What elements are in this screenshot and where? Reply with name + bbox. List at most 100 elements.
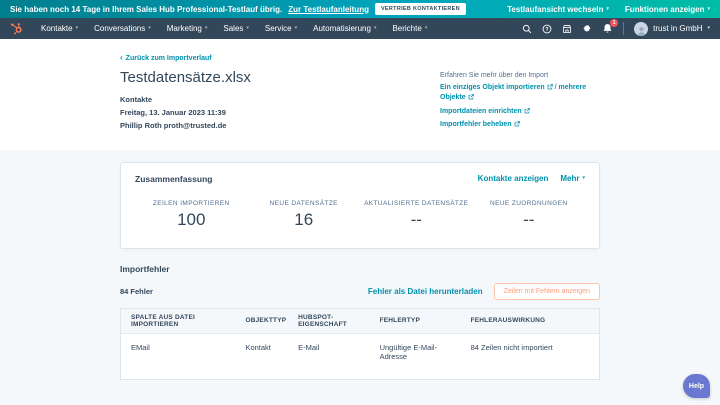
chevron-down-icon: ▾ [75, 25, 79, 31]
column-header: OBJEKTTYP [235, 308, 289, 334]
chevron-down-icon: ▾ [294, 25, 298, 31]
column-header: SPALTE AUS DATEI IMPORTIEREN [120, 308, 236, 334]
notifications-bell-icon[interactable]: 1 [602, 19, 619, 34]
stat-rows-imported: ZEILEN IMPORTIEREN 100 [135, 200, 248, 230]
chevron-down-icon: ▾ [606, 5, 609, 12]
avatar [634, 21, 649, 36]
stat-label: NEUE ZUORDNUNGEN [489, 199, 568, 207]
chevron-down-icon: ▾ [204, 25, 208, 31]
trial-banner-left: Sie haben noch 14 Tage in Ihrem Sales Hu… [10, 3, 466, 15]
link-separator: / [554, 84, 557, 91]
nav-item-label: Kontakte [41, 24, 73, 33]
show-features-dropdown[interactable]: Funktionen anzeigen ▾ [625, 5, 710, 14]
nav-item-label: Service [264, 24, 292, 33]
import-author: Phillip Roth proth@trusted.de [120, 121, 227, 130]
chevron-down-icon: ▾ [424, 25, 428, 31]
nav-item-automatisierung[interactable]: Automatisierung ▾ [305, 24, 384, 33]
external-link-icon [547, 84, 553, 93]
stat-new-records: NEUE DATENSÄTZE 16 [248, 200, 361, 230]
stat-label: ZEILEN IMPORTIEREN [152, 199, 230, 207]
more-dropdown[interactable]: Mehr ▾ [560, 174, 585, 183]
summary-title: Zusammenfassung [135, 173, 213, 184]
import-date: Freitag, 13. Januar 2023 11:39 [120, 108, 226, 117]
fix-import-errors-link[interactable]: Importfehler beheben [440, 121, 512, 128]
view-contacts-link[interactable]: Kontakte anzeigen [478, 174, 549, 183]
chevron-left-icon: ‹ [120, 53, 123, 62]
switch-trial-view-dropdown[interactable]: Testlaufansicht wechseln ▾ [507, 5, 609, 14]
download-errors-link[interactable]: Fehler als Datei herunterladen [368, 287, 483, 296]
learn-more-heading: Erfahren Sie mehr über den Import [440, 72, 549, 79]
trial-banner: Sie haben noch 14 Tage in Ihrem Sales Hu… [0, 0, 720, 18]
column-header: HUBSPOT-EIGENSCHAFT [288, 308, 370, 334]
notification-badge: 1 [610, 19, 619, 27]
column-header: FEHLERTYP [369, 308, 461, 334]
nav-item-service[interactable]: Service ▾ [257, 24, 305, 33]
summary-stats: ZEILEN IMPORTIEREN 100 NEUE DATENSÄTZE 1… [135, 200, 585, 230]
page-header-band: ‹ Zurück zum Importverlauf Testdatensätz… [0, 39, 720, 150]
stat-value: 16 [294, 209, 314, 229]
switch-trial-view-label: Testlaufansicht wechseln [507, 4, 604, 14]
nav-divider [623, 22, 625, 35]
back-link-label: Zurück zum Importverlauf [125, 54, 212, 62]
nav-item-conversations[interactable]: Conversations ▾ [86, 24, 159, 33]
marketplace-icon[interactable] [562, 24, 572, 34]
show-features-label: Funktionen anzeigen [624, 4, 705, 14]
stat-new-associations: NEUE ZUORDNUNGEN -- [473, 200, 586, 230]
main-navbar: Kontakte ▾ Conversations ▾ Marketing ▾ Sale… [0, 18, 720, 39]
table-row: EMail Kontakt E-Mail Ungültige E-Mail-Ad… [121, 333, 600, 379]
show-error-rows-button[interactable]: Zeilen mit Fehlern anzeigen [493, 282, 600, 300]
external-link-icon [514, 121, 520, 130]
import-errors-title: Importfehler [120, 263, 170, 274]
stat-updated-records: AKTUALISIERTE DATENSÄTZE -- [360, 200, 473, 230]
chevron-down-icon: ▾ [582, 175, 585, 181]
nav-item-label: Conversations [94, 24, 146, 33]
error-count: 84 Fehler [120, 286, 153, 296]
stat-value: -- [523, 209, 535, 229]
account-menu[interactable]: trust in GmbH ▾ [634, 21, 710, 36]
nav-menu: Kontakte ▾ Conversations ▾ Marketing ▾ Sale… [33, 24, 435, 33]
settings-gear-icon[interactable] [582, 24, 592, 34]
trial-guide-link[interactable]: Zur Testlaufanleitung [288, 5, 369, 14]
svg-text:?: ? [546, 26, 549, 32]
nav-item-marketing[interactable]: Marketing ▾ [159, 24, 216, 33]
nav-item-label: Marketing [166, 24, 202, 33]
cell-error-type: Ungültige E-Mail-Adresse [379, 342, 438, 361]
help-icon[interactable]: ? [542, 24, 552, 34]
cell-column-imported: EMail [131, 342, 150, 352]
nav-item-label: Automatisierung [313, 24, 371, 33]
external-link-icon [468, 94, 474, 103]
hubspot-logo-icon[interactable] [10, 22, 23, 35]
cell-object-type: Kontakt [245, 342, 271, 352]
chevron-down-icon: ▾ [707, 25, 710, 31]
search-icon[interactable] [522, 24, 532, 34]
trial-banner-right: Testlaufansicht wechseln ▾ Funktionen an… [507, 5, 710, 14]
contact-sales-button[interactable]: Vertrieb kontaktieren [374, 3, 466, 15]
setup-import-files-link[interactable]: Importdateien einrichten [440, 108, 522, 115]
nav-utilities: ? 1 trust in GmbH ▾ [522, 19, 710, 36]
stat-value: -- [410, 209, 422, 229]
stat-label: NEUE DATENSÄTZE [269, 199, 338, 207]
cell-hubspot-property: E-Mail [298, 342, 320, 352]
nav-item-sales[interactable]: Sales ▾ [215, 24, 257, 33]
more-dropdown-label: Mehr [560, 174, 580, 183]
nav-item-berichte[interactable]: Berichte ▾ [384, 24, 435, 33]
trial-message: Sie haben noch 14 Tage in Ihrem Sales Hu… [10, 4, 283, 14]
import-errors-table: SPALTE AUS DATEI IMPORTIEREN OBJEKTTYP H… [120, 307, 600, 380]
back-to-import-history-link[interactable]: ‹ Zurück zum Importverlauf [120, 54, 212, 62]
nav-item-label: Berichte [392, 24, 422, 33]
nav-item-kontakte[interactable]: Kontakte ▾ [33, 24, 86, 33]
summary-card: Zusammenfassung Kontakte anzeigen Mehr ▾… [120, 161, 600, 249]
import-errors-section: Importfehler 84 Fehler Fehler als Datei … [120, 264, 600, 380]
import-single-object-link[interactable]: Ein einziges Objekt importieren [440, 84, 545, 91]
chevron-down-icon: ▾ [148, 25, 151, 31]
page-title: Testdatensätze.xlsx [120, 69, 251, 86]
chevron-down-icon: ▾ [246, 25, 249, 31]
help-widget-button[interactable]: Help [683, 374, 710, 398]
external-link-icon [524, 107, 530, 117]
account-name: trust in GmbH [653, 24, 703, 33]
import-file-info: Testdatensätze.xlsx Kontakte Freitag, 13… [120, 69, 251, 134]
chevron-down-icon: ▾ [707, 5, 710, 12]
nav-item-label: Sales [223, 24, 244, 33]
learn-more-panel: Erfahren Sie mehr über den Import Ein ei… [440, 69, 600, 134]
table-header-row: SPALTE AUS DATEI IMPORTIEREN OBJEKTTYP H… [120, 308, 600, 334]
